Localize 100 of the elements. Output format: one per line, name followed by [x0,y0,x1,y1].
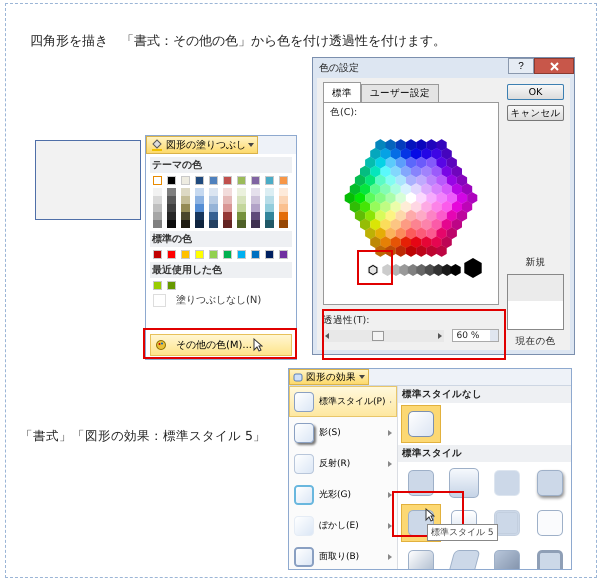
menu-item[interactable]: 影(S) [289,417,397,448]
color-swatch[interactable] [181,196,190,204]
color-swatch[interactable] [209,204,218,212]
tab[interactable]: ユーザー設定 [361,84,439,102]
color-swatch[interactable] [265,212,274,220]
color-swatch[interactable] [195,176,204,185]
color-swatch[interactable] [223,212,232,220]
left-arrow-icon[interactable] [325,332,329,338]
color-swatch[interactable] [195,196,204,204]
color-swatch[interactable] [251,212,260,220]
color-swatch[interactable] [237,176,246,185]
color-swatch[interactable] [195,220,204,228]
color-swatch[interactable] [167,176,176,185]
color-swatch[interactable] [251,176,260,185]
color-swatch[interactable] [251,188,260,196]
color-swatch[interactable] [181,176,190,185]
color-swatch[interactable] [237,220,246,228]
color-swatch[interactable] [209,188,218,196]
color-swatch[interactable] [223,188,232,196]
color-swatch[interactable] [265,204,274,212]
shape-fill-button[interactable]: 図形の塗りつぶし [146,136,258,154]
color-swatch[interactable] [195,250,204,259]
color-swatch[interactable] [167,281,176,290]
color-swatch[interactable] [265,250,274,259]
menu-item[interactable]: 塗りつぶしなし(N) [176,293,262,307]
color-swatch[interactable] [167,212,176,220]
color-swatch[interactable] [167,250,176,259]
color-swatch[interactable] [223,204,232,212]
color-swatch[interactable] [167,204,176,212]
color-swatch[interactable] [279,196,288,204]
color-swatch[interactable] [223,196,232,204]
ok-button[interactable]: OK [507,84,564,100]
color-swatch[interactable] [209,212,218,220]
percent-spin-field[interactable]: 60 % [452,329,499,342]
color-swatch[interactable] [279,188,288,196]
color-swatch[interactable] [237,204,246,212]
tab[interactable]: 標準 [323,82,361,102]
close-button[interactable] [534,58,574,74]
menu-item[interactable]: ぼかし(E) [289,510,397,541]
color-swatch[interactable] [167,188,176,196]
transparency-slider[interactable] [323,330,444,342]
color-swatch[interactable] [153,281,162,290]
cancel-button[interactable]: キャンセル [507,105,564,121]
color-swatch[interactable] [195,212,204,220]
color-swatch[interactable] [181,220,190,228]
color-swatch[interactable] [279,212,288,220]
color-swatch[interactable] [153,212,162,220]
color-swatch[interactable] [153,196,162,204]
menu-item[interactable]: 標準スタイル(P) [289,386,397,417]
color-swatch[interactable] [153,220,162,228]
color-swatch[interactable] [223,250,232,259]
color-swatch[interactable] [209,220,218,228]
color-swatch[interactable] [153,188,162,196]
caret-icon [248,143,254,147]
color-swatch[interactable] [265,188,274,196]
submenu-arrow-icon [388,492,392,498]
color-swatch[interactable] [195,204,204,212]
color-swatch[interactable] [279,220,288,228]
color-swatch[interactable] [181,212,190,220]
color-swatch[interactable] [167,196,176,204]
color-swatch[interactable] [237,196,246,204]
color-swatch[interactable] [153,176,162,185]
color-preview [507,274,564,330]
color-swatch[interactable] [265,220,274,228]
menu-item[interactable]: 面取り(B) [289,541,397,569]
help-button[interactable]: ? [508,58,534,74]
color-swatch[interactable] [237,250,246,259]
menu-item[interactable]: 光彩(G) [289,479,397,510]
color-swatch[interactable] [237,212,246,220]
right-arrow-icon[interactable] [438,332,442,338]
slider-thumb[interactable] [372,330,384,340]
color-swatch[interactable] [251,196,260,204]
menu-item[interactable]: その他の色(M)... [150,334,292,356]
color-swatch[interactable] [279,250,288,259]
color-swatch[interactable] [195,188,204,196]
color-swatch[interactable] [251,204,260,212]
palette-icon [156,340,166,350]
color-swatch[interactable] [153,204,162,212]
color-swatch[interactable] [251,220,260,228]
color-swatch[interactable] [237,188,246,196]
color-swatch[interactable] [223,176,232,185]
color-swatch[interactable] [209,176,218,185]
color-swatch[interactable] [153,250,162,259]
color-swatch[interactable] [181,250,190,259]
color-swatch[interactable] [181,204,190,212]
shape-effects-button[interactable]: 図形の効果 [289,369,369,385]
color-swatch[interactable] [265,176,274,185]
shape-effect-icon [293,372,303,382]
color-swatch[interactable] [181,188,190,196]
section-heading: 標準スタイル [398,445,571,462]
color-swatch[interactable] [265,196,274,204]
menu-item[interactable]: 反射(R) [289,448,397,479]
color-swatch[interactable] [223,220,232,228]
color-swatch[interactable] [251,250,260,259]
color-swatch[interactable] [279,176,288,185]
field-label: 色(C): [330,106,358,119]
color-swatch[interactable] [167,220,176,228]
color-swatch[interactable] [209,196,218,204]
color-swatch[interactable] [279,204,288,212]
color-swatch[interactable] [209,250,218,259]
